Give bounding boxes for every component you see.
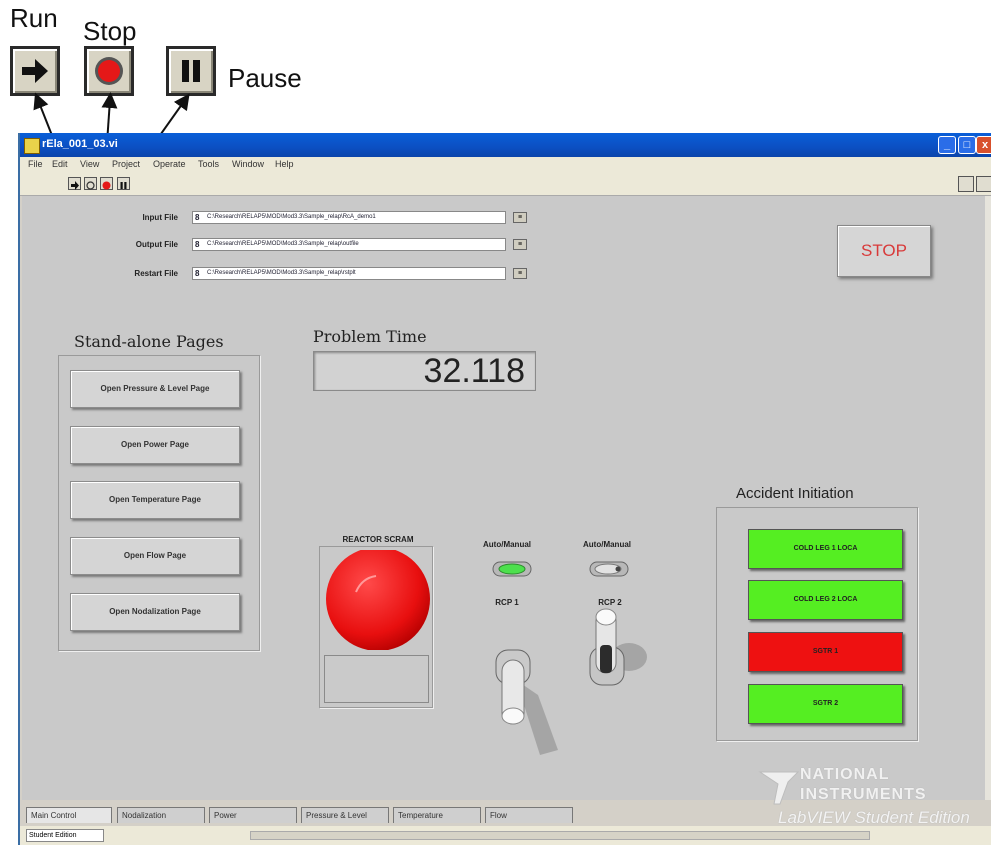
problem-time-value: 32.118 [313, 351, 536, 391]
pause-button[interactable] [117, 177, 130, 190]
student-edition-badge: Student Edition [26, 829, 104, 842]
standalone-heading: Stand-alone Pages [74, 332, 224, 351]
context-help-icon[interactable] [958, 176, 974, 192]
close-icon[interactable]: x [976, 136, 991, 154]
stop-button[interactable] [100, 177, 113, 190]
ni-watermark-line2: INSTRUMENTS [800, 786, 927, 803]
output-file-value: C:\Research\RELAP5\MOD\Mod3.3\Sample_rel… [207, 241, 359, 247]
tab-temperature[interactable]: Temperature [393, 807, 481, 823]
maximize-icon[interactable]: □ [958, 136, 976, 154]
input-file-path[interactable]: 8 C:\Research\RELAP5\MOD\Mod3.3\Sample_re… [192, 211, 506, 224]
ni-watermark-line1: NATIONAL [800, 766, 890, 783]
menu-operate[interactable]: Operate [153, 159, 186, 169]
tab-main-control[interactable]: Main Control [26, 807, 112, 823]
menu-bar: File Edit View Project Operate Tools Win… [20, 157, 991, 173]
path-prefix: 8 [195, 269, 200, 278]
accident-heading: Accident Initiation [736, 485, 854, 502]
menu-project[interactable]: Project [112, 159, 140, 169]
rcp1-auto-manual-toggle[interactable] [491, 559, 533, 579]
pause-icon [120, 182, 127, 189]
open-temperature-button[interactable]: Open Temperature Page [70, 481, 240, 519]
rcp1-label: RCP 1 [495, 598, 519, 607]
menu-view[interactable]: View [80, 159, 99, 169]
sgtr-2-button[interactable]: SGTR 2 [748, 684, 903, 724]
minimize-icon[interactable]: _ [938, 136, 956, 154]
restart-file-label: Restart File [134, 269, 178, 278]
rcp2-auto-manual-toggle[interactable] [588, 559, 630, 579]
vertical-scrollbar[interactable] [985, 196, 991, 800]
tab-flow[interactable]: Flow [485, 807, 573, 823]
run-button[interactable] [68, 177, 81, 190]
problem-time-label: Problem Time [313, 327, 427, 346]
open-pressure-level-button[interactable]: Open Pressure & Level Page [70, 370, 240, 408]
path-prefix: 8 [195, 240, 200, 249]
menu-edit[interactable]: Edit [52, 159, 68, 169]
run-continuously-icon [86, 181, 95, 190]
tab-power[interactable]: Power [209, 807, 297, 823]
tab-nodalization[interactable]: Nodalization [117, 807, 205, 823]
tab-strip: Main Control Nodalization Power Pressure… [20, 804, 983, 826]
output-file-path[interactable]: 8 C:\Research\RELAP5\MOD\Mod3.3\Sample_re… [192, 238, 506, 251]
stop-circle-icon [102, 181, 111, 190]
rcp2-toggle-switch[interactable] [584, 605, 654, 695]
rcp1-mode-label: Auto/Manual [483, 540, 531, 549]
horizontal-scrollbar[interactable] [250, 831, 870, 840]
vi-icon [24, 138, 40, 154]
menu-window[interactable]: Window [232, 159, 264, 169]
scram-indicator [324, 655, 429, 703]
open-power-button[interactable]: Open Power Page [70, 426, 240, 464]
reactor-scram-label: REACTOR SCRAM [342, 535, 414, 544]
title-bar: rEla_001_03.vi _ □ x [20, 133, 991, 157]
rcp2-mode-label: Auto/Manual [583, 540, 631, 549]
tab-pressure-level[interactable]: Pressure & Level [301, 807, 389, 823]
run-continuously-button[interactable] [84, 177, 97, 190]
menu-file[interactable]: File [28, 159, 43, 169]
input-file-browse-icon[interactable]: ≡ [513, 212, 527, 223]
open-nodalization-button[interactable]: Open Nodalization Page [70, 593, 240, 631]
input-file-value: C:\Research\RELAP5\MOD\Mod3.3\Sample_rel… [207, 214, 376, 220]
restart-file-browse-icon[interactable]: ≡ [513, 268, 527, 279]
vi-connector-icon[interactable] [976, 176, 991, 192]
stop-button-panel[interactable]: STOP [837, 225, 931, 277]
rcp1-toggle-switch[interactable] [488, 640, 568, 760]
menu-tools[interactable]: Tools [198, 159, 219, 169]
sgtr-1-button[interactable]: SGTR 1 [748, 632, 903, 672]
cold-leg-1-loca-button[interactable]: COLD LEG 1 LOCA [748, 529, 903, 569]
open-flow-button[interactable]: Open Flow Page [70, 537, 240, 575]
ni-eagle-logo-icon [758, 771, 800, 805]
input-file-label: Input File [142, 213, 178, 222]
reactor-scram-button[interactable] [322, 550, 430, 650]
menu-help[interactable]: Help [275, 159, 294, 169]
cold-leg-2-loca-button[interactable]: COLD LEG 2 LOCA [748, 580, 903, 620]
status-bar: Student Edition [20, 826, 991, 845]
run-arrow-icon [71, 181, 79, 190]
output-file-browse-icon[interactable]: ≡ [513, 239, 527, 250]
restart-file-value: C:\Research\RELAP5\MOD\Mod3.3\Sample_rel… [207, 270, 356, 276]
output-file-label: Output File [135, 240, 178, 249]
window-title: rEla_001_03.vi [42, 138, 118, 150]
restart-file-path[interactable]: 8 C:\Research\RELAP5\MOD\Mod3.3\Sample_re… [192, 267, 506, 280]
toolbar [20, 173, 991, 196]
path-prefix: 8 [195, 213, 200, 222]
